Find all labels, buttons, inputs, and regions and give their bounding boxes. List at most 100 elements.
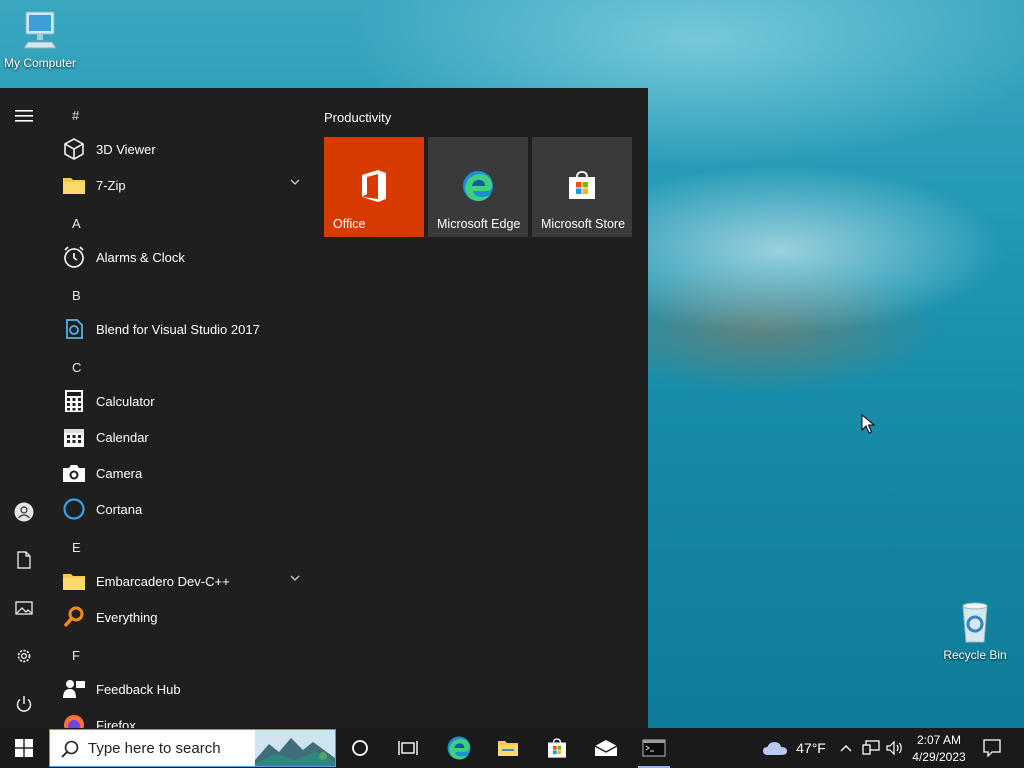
blend-icon <box>66 319 83 339</box>
clock-time: 2:07 AM <box>916 732 962 747</box>
cortana-icon <box>352 740 368 756</box>
settings-button[interactable] <box>0 636 48 676</box>
app-label: Feedback Hub <box>96 681 181 697</box>
tile-label: Microsoft Edge <box>437 217 521 231</box>
app-item-feedback-hub[interactable]: Feedback Hub <box>60 671 310 707</box>
desktop-icon-recycle-bin[interactable]: Recycle Bin <box>935 600 1015 662</box>
folder-icon <box>63 574 85 590</box>
app-item-blend[interactable]: Blend for Visual Studio 2017 <box>60 311 310 347</box>
app-label: Calendar <box>96 429 149 445</box>
taskbar-mail[interactable] <box>585 728 627 768</box>
hamburger-icon <box>15 110 33 122</box>
alarm-clock-icon <box>64 246 84 268</box>
app-item-firefox[interactable]: Firefox <box>60 707 310 728</box>
desktop-icon-label: My Computer <box>3 56 77 70</box>
desktop-icon-my-computer[interactable]: My Computer <box>0 10 80 70</box>
tile-group-title[interactable]: Productivity <box>324 110 391 125</box>
letter-header[interactable]: B <box>72 288 81 303</box>
letter-header[interactable]: F <box>72 648 80 663</box>
app-item-alarms-clock[interactable]: Alarms & Clock <box>60 239 310 275</box>
store-icon <box>569 171 595 199</box>
edge-icon <box>447 736 471 760</box>
power-icon <box>16 696 32 712</box>
clock-button[interactable]: 2:07 AM 4/29/2023 <box>908 728 970 768</box>
app-item-cortana[interactable]: Cortana <box>60 491 310 527</box>
taskbar-edge[interactable] <box>438 728 480 768</box>
chevron-down-icon[interactable] <box>290 575 300 581</box>
tile-microsoft-store[interactable]: Microsoft Store <box>532 137 632 237</box>
letter-header[interactable]: A <box>72 216 81 231</box>
volume-button[interactable] <box>884 728 906 768</box>
firefox-icon <box>64 715 84 728</box>
app-item-camera[interactable]: Camera <box>60 455 310 491</box>
show-hidden-icons-button[interactable] <box>836 728 856 768</box>
weather-widget[interactable]: 47°F <box>758 728 830 768</box>
computer-icon <box>23 11 57 49</box>
cortana-icon <box>63 498 85 520</box>
calculator-icon <box>65 390 83 412</box>
app-label: 7-Zip <box>96 177 126 193</box>
taskbar-file-explorer[interactable] <box>487 728 529 768</box>
power-button[interactable] <box>0 684 48 724</box>
tile-office[interactable]: Office <box>324 137 424 237</box>
app-item-embarcadero[interactable]: Embarcadero Dev-C++ <box>60 563 310 599</box>
calendar-icon <box>64 429 84 447</box>
recycle-bin-icon <box>962 602 988 643</box>
app-item-calendar[interactable]: Calendar <box>60 419 310 455</box>
app-label: Calculator <box>96 393 155 409</box>
app-label: Blend for Visual Studio 2017 <box>96 321 260 337</box>
chevron-down-icon[interactable] <box>290 179 300 185</box>
clock-date: 4/29/2023 <box>912 749 966 764</box>
user-account-button[interactable] <box>0 492 48 532</box>
start-button[interactable] <box>0 728 48 768</box>
letter-header[interactable]: C <box>72 360 81 375</box>
app-label: Cortana <box>96 501 143 517</box>
feedback-hub-icon <box>63 680 85 698</box>
office-icon <box>362 170 386 202</box>
network-icon <box>862 740 880 755</box>
file-explorer-icon <box>498 741 518 756</box>
store-icon <box>548 738 566 758</box>
app-item-calculator[interactable]: Calculator <box>60 383 310 419</box>
app-label: Camera <box>96 465 143 481</box>
taskbar-store[interactable] <box>536 728 578 768</box>
letter-header[interactable]: # <box>72 108 79 123</box>
start-menu: # 3D Viewer 7-Zip A Alarms & Clock B Ble… <box>0 88 648 728</box>
start-rail <box>0 88 48 728</box>
edge-icon <box>463 171 493 201</box>
pictures-button[interactable] <box>0 588 48 628</box>
terminal-icon <box>642 739 666 757</box>
desktop-icon-label: Recycle Bin <box>943 648 1007 662</box>
tile-label: Microsoft Store <box>541 217 626 231</box>
app-label: Embarcadero Dev-C++ <box>96 573 230 589</box>
expand-menu-button[interactable] <box>0 96 48 136</box>
mouse-cursor-icon <box>861 414 875 434</box>
user-icon <box>14 502 34 522</box>
app-label: Alarms & Clock <box>96 249 185 265</box>
camera-icon <box>63 465 85 482</box>
search-box[interactable]: Type here to search <box>49 729 336 767</box>
3d-viewer-icon <box>64 138 84 160</box>
network-button[interactable] <box>860 728 882 768</box>
app-item-3d-viewer[interactable]: 3D Viewer <box>60 131 310 167</box>
letter-header[interactable]: E <box>72 540 81 555</box>
app-label: 3D Viewer <box>96 141 156 157</box>
documents-button[interactable] <box>0 540 48 580</box>
tile-label: Office <box>333 217 366 231</box>
pictures-icon <box>15 601 33 615</box>
action-center-button[interactable] <box>976 728 1008 768</box>
taskbar-task-view[interactable] <box>388 728 428 768</box>
app-item-everything[interactable]: Everything <box>60 599 310 635</box>
app-label: Everything <box>96 609 158 625</box>
tile-microsoft-edge[interactable]: Microsoft Edge <box>428 137 528 237</box>
app-item-7-zip[interactable]: 7-Zip <box>60 167 310 203</box>
taskbar-terminal[interactable] <box>632 728 676 768</box>
windows-logo-icon <box>15 739 33 757</box>
mail-icon <box>594 740 618 756</box>
taskbar-cortana[interactable] <box>340 728 380 768</box>
chevron-up-icon <box>840 745 852 752</box>
documents-icon <box>17 551 31 569</box>
weather-temp: 47°F <box>796 740 826 756</box>
search-icon <box>61 740 79 758</box>
app-list: # 3D Viewer 7-Zip A Alarms & Clock B Ble… <box>48 88 310 728</box>
